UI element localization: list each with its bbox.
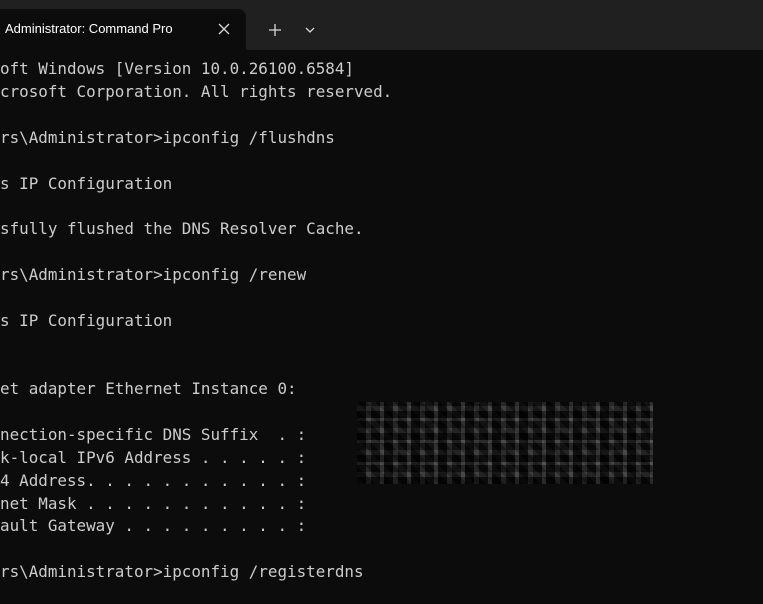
redacted-values	[357, 402, 653, 484]
terminal-line: oft Windows [Version 10.0.26100.6584]	[0, 59, 354, 78]
terminal-line: k-local IPv6 Address . . . . . :	[0, 448, 307, 467]
terminal-line: s IP Configuration	[0, 311, 173, 330]
plus-icon[interactable]	[266, 21, 284, 39]
terminal-line: ault Gateway . . . . . . . . . :	[0, 516, 307, 535]
tab-title: Administrator: Command Pro	[5, 21, 173, 36]
terminal-line: s IP Configuration	[0, 174, 173, 193]
terminal-line: rs\Administrator>ipconfig /renew	[0, 265, 307, 284]
terminal-output[interactable]: oft Windows [Version 10.0.26100.6584] cr…	[0, 50, 763, 604]
terminal-window: Administrator: Command Pro oft Windows […	[0, 0, 763, 604]
terminal-line: 4 Address. . . . . . . . . . . :	[0, 471, 307, 490]
terminal-line: net Mask . . . . . . . . . . . :	[0, 494, 307, 513]
terminal-line: rs\Administrator>ipconfig /flushdns	[0, 128, 335, 147]
chevron-down-icon[interactable]	[302, 22, 318, 38]
terminal-line: nection-specific DNS Suffix . :	[0, 425, 307, 444]
tab-command-prompt[interactable]: Administrator: Command Pro	[0, 9, 246, 50]
terminal-line: crosoft Corporation. All rights reserved…	[0, 82, 393, 101]
terminal-line: sfully flushed the DNS Resolver Cache.	[0, 219, 364, 238]
title-bar: Administrator: Command Pro	[0, 0, 763, 50]
terminal-line: et adapter Ethernet Instance 0:	[0, 379, 297, 398]
terminal-line: rs\Administrator>ipconfig /registerdns	[0, 562, 364, 581]
close-icon[interactable]	[214, 19, 234, 39]
